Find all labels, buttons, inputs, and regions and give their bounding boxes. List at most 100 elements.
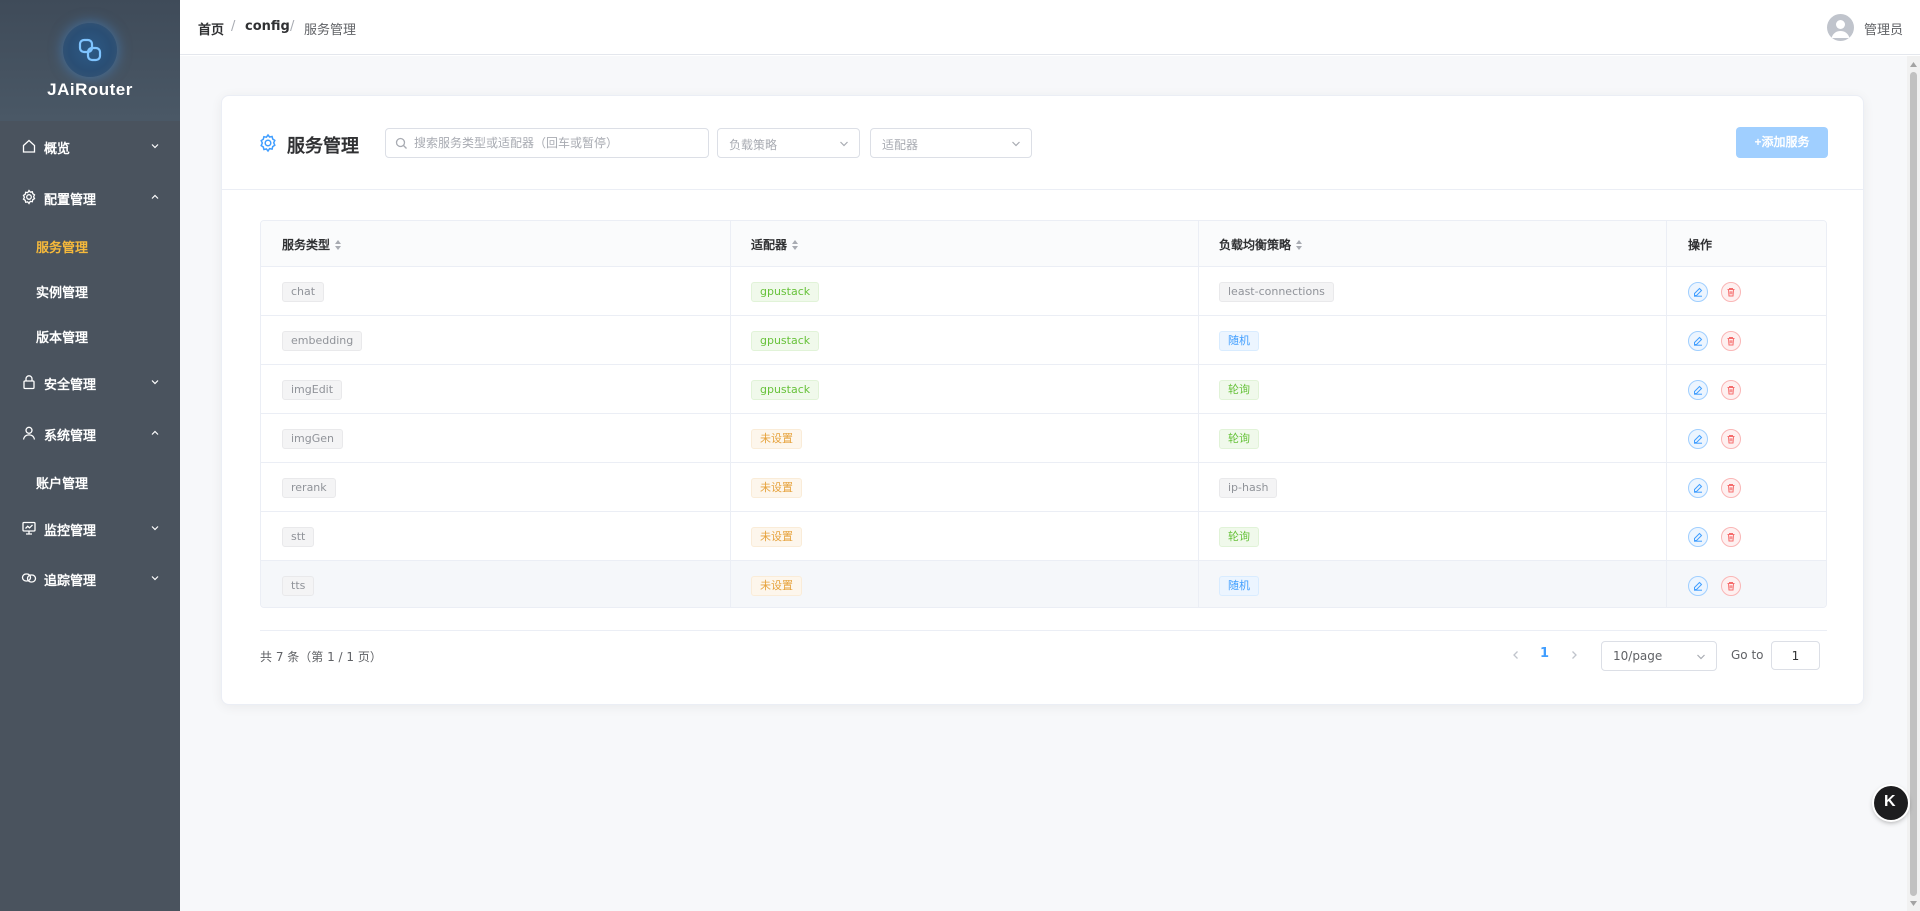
breadcrumb-separator: / — [290, 19, 295, 34]
column-header-service[interactable]: 服务类型 — [282, 236, 342, 253]
menu-system[interactable]: 系统管理 — [0, 413, 180, 453]
table-row: tts 未设置 随机 — [261, 561, 1826, 607]
service-type-tag: tts — [282, 576, 315, 596]
column-label: 负载均衡策略 — [1219, 238, 1292, 252]
adapter-tag: gpustack — [751, 282, 820, 302]
column-divider — [730, 221, 731, 607]
chevron-up-icon — [151, 430, 159, 435]
edit-button[interactable] — [1688, 527, 1708, 547]
breadcrumb-config[interactable]: config — [245, 19, 290, 34]
table-row: imgEdit gpustack 轮询 — [261, 365, 1826, 414]
strategy-tag: 轮询 — [1219, 429, 1259, 449]
floating-assistant-button[interactable]: K — [1874, 786, 1908, 820]
search-box[interactable] — [385, 128, 709, 158]
service-type-tag: embedding — [282, 331, 363, 351]
scrollbar-thumb[interactable] — [1910, 72, 1917, 896]
column-divider — [1666, 221, 1667, 607]
edit-button[interactable] — [1688, 429, 1708, 449]
adapter-filter-placeholder: 适配器 — [882, 138, 919, 152]
goto-page-input[interactable] — [1771, 641, 1820, 670]
adapter-filter-select[interactable]: 适配器 — [870, 128, 1032, 158]
add-service-button[interactable]: +添加服务 — [1736, 127, 1828, 158]
delete-button[interactable] — [1721, 478, 1741, 498]
link-icon — [21, 573, 37, 583]
chevron-down-icon — [1697, 654, 1705, 660]
delete-button[interactable] — [1721, 576, 1741, 596]
user-name[interactable]: 管理员 — [1864, 19, 1903, 38]
goto-label: Go to — [1731, 648, 1764, 662]
delete-button[interactable] — [1721, 331, 1741, 351]
menu-overview[interactable]: 概览 — [0, 126, 180, 166]
sort-icon[interactable] — [1295, 239, 1303, 251]
chevron-down-icon — [151, 576, 159, 581]
scroll-down-icon[interactable] — [1909, 899, 1918, 908]
trash-icon — [1727, 484, 1735, 493]
column-header-adapter[interactable]: 适配器 — [751, 236, 799, 253]
sidebar-item-service[interactable]: 服务管理 — [0, 225, 180, 265]
next-page-icon[interactable] — [1567, 648, 1581, 662]
column-label: 适配器 — [751, 238, 788, 252]
menu-tracing[interactable]: 追踪管理 — [0, 558, 180, 598]
search-input[interactable] — [414, 134, 704, 152]
sidebar-item-instance[interactable]: 实例管理 — [0, 270, 180, 310]
breadcrumb-separator: / — [231, 19, 236, 34]
strategy-filter-select[interactable]: 负载策略 — [717, 128, 860, 158]
adapter-tag: gpustack — [751, 331, 820, 351]
table-row: rerank 未设置 ip-hash — [261, 463, 1826, 512]
menu-monitor[interactable]: 监控管理 — [0, 508, 180, 548]
scroll-up-icon[interactable] — [1909, 60, 1918, 69]
strategy-filter-placeholder: 负载策略 — [729, 138, 778, 152]
edit-button[interactable] — [1688, 331, 1708, 351]
delete-button[interactable] — [1721, 527, 1741, 547]
chevron-down-icon — [151, 526, 159, 531]
delete-button[interactable] — [1721, 380, 1741, 400]
trash-icon — [1727, 386, 1735, 395]
table-row: imgGen 未设置 轮询 — [261, 414, 1826, 463]
table-row: embedding gpustack 随机 — [261, 316, 1826, 365]
breadcrumb-current: 服务管理 — [304, 23, 357, 38]
footer-divider — [260, 630, 1827, 631]
delete-button[interactable] — [1721, 429, 1741, 449]
menu-security[interactable]: 安全管理 — [0, 362, 180, 402]
column-header-actions: 操作 — [1688, 238, 1713, 252]
sidebar-item-account[interactable]: 账户管理 — [0, 461, 180, 501]
chevron-down-icon — [1012, 141, 1020, 147]
pagination-current-page[interactable]: 1 — [1540, 646, 1549, 661]
page-size-select[interactable]: 10/page — [1601, 641, 1717, 671]
column-header-strategy[interactable]: 负载均衡策略 — [1219, 236, 1303, 253]
app-title: JAiRouter — [47, 80, 133, 99]
menu-config[interactable]: 配置管理 — [0, 177, 180, 217]
chevron-down-icon — [151, 144, 159, 149]
strategy-tag: ip-hash — [1219, 478, 1278, 498]
strategy-tag: 随机 — [1219, 576, 1259, 596]
edit-icon — [1694, 483, 1703, 493]
adapter-tag: 未设置 — [751, 429, 802, 449]
app-logo-icon — [63, 23, 117, 77]
adapter-tag: 未设置 — [751, 576, 802, 596]
page-size-value: 10/page — [1613, 649, 1663, 663]
lock-icon — [23, 375, 35, 390]
trash-icon — [1727, 582, 1735, 591]
breadcrumb-home[interactable]: 首页 — [198, 19, 224, 38]
sort-icon[interactable] — [334, 239, 342, 251]
menu-label: 监控管理 — [44, 524, 97, 539]
strategy-tag: 轮询 — [1219, 527, 1259, 547]
sort-icon[interactable] — [791, 239, 799, 251]
delete-button[interactable] — [1721, 282, 1741, 302]
service-type-tag: imgEdit — [282, 380, 343, 400]
service-type-tag: rerank — [282, 478, 336, 498]
edit-button[interactable] — [1688, 576, 1708, 596]
menu-label: 安全管理 — [44, 378, 97, 393]
monitor-icon — [22, 521, 36, 535]
edit-button[interactable] — [1688, 478, 1708, 498]
edit-icon — [1694, 336, 1703, 346]
avatar[interactable] — [1827, 14, 1854, 41]
edit-button[interactable] — [1688, 380, 1708, 400]
sidebar-item-version[interactable]: 版本管理 — [0, 315, 180, 355]
edit-button[interactable] — [1688, 282, 1708, 302]
menu-sub-label: 版本管理 — [36, 331, 89, 346]
page-scrollbar[interactable] — [1907, 56, 1920, 911]
trash-icon — [1727, 337, 1735, 346]
prev-page-icon[interactable] — [1509, 648, 1523, 662]
edit-icon — [1694, 532, 1703, 542]
